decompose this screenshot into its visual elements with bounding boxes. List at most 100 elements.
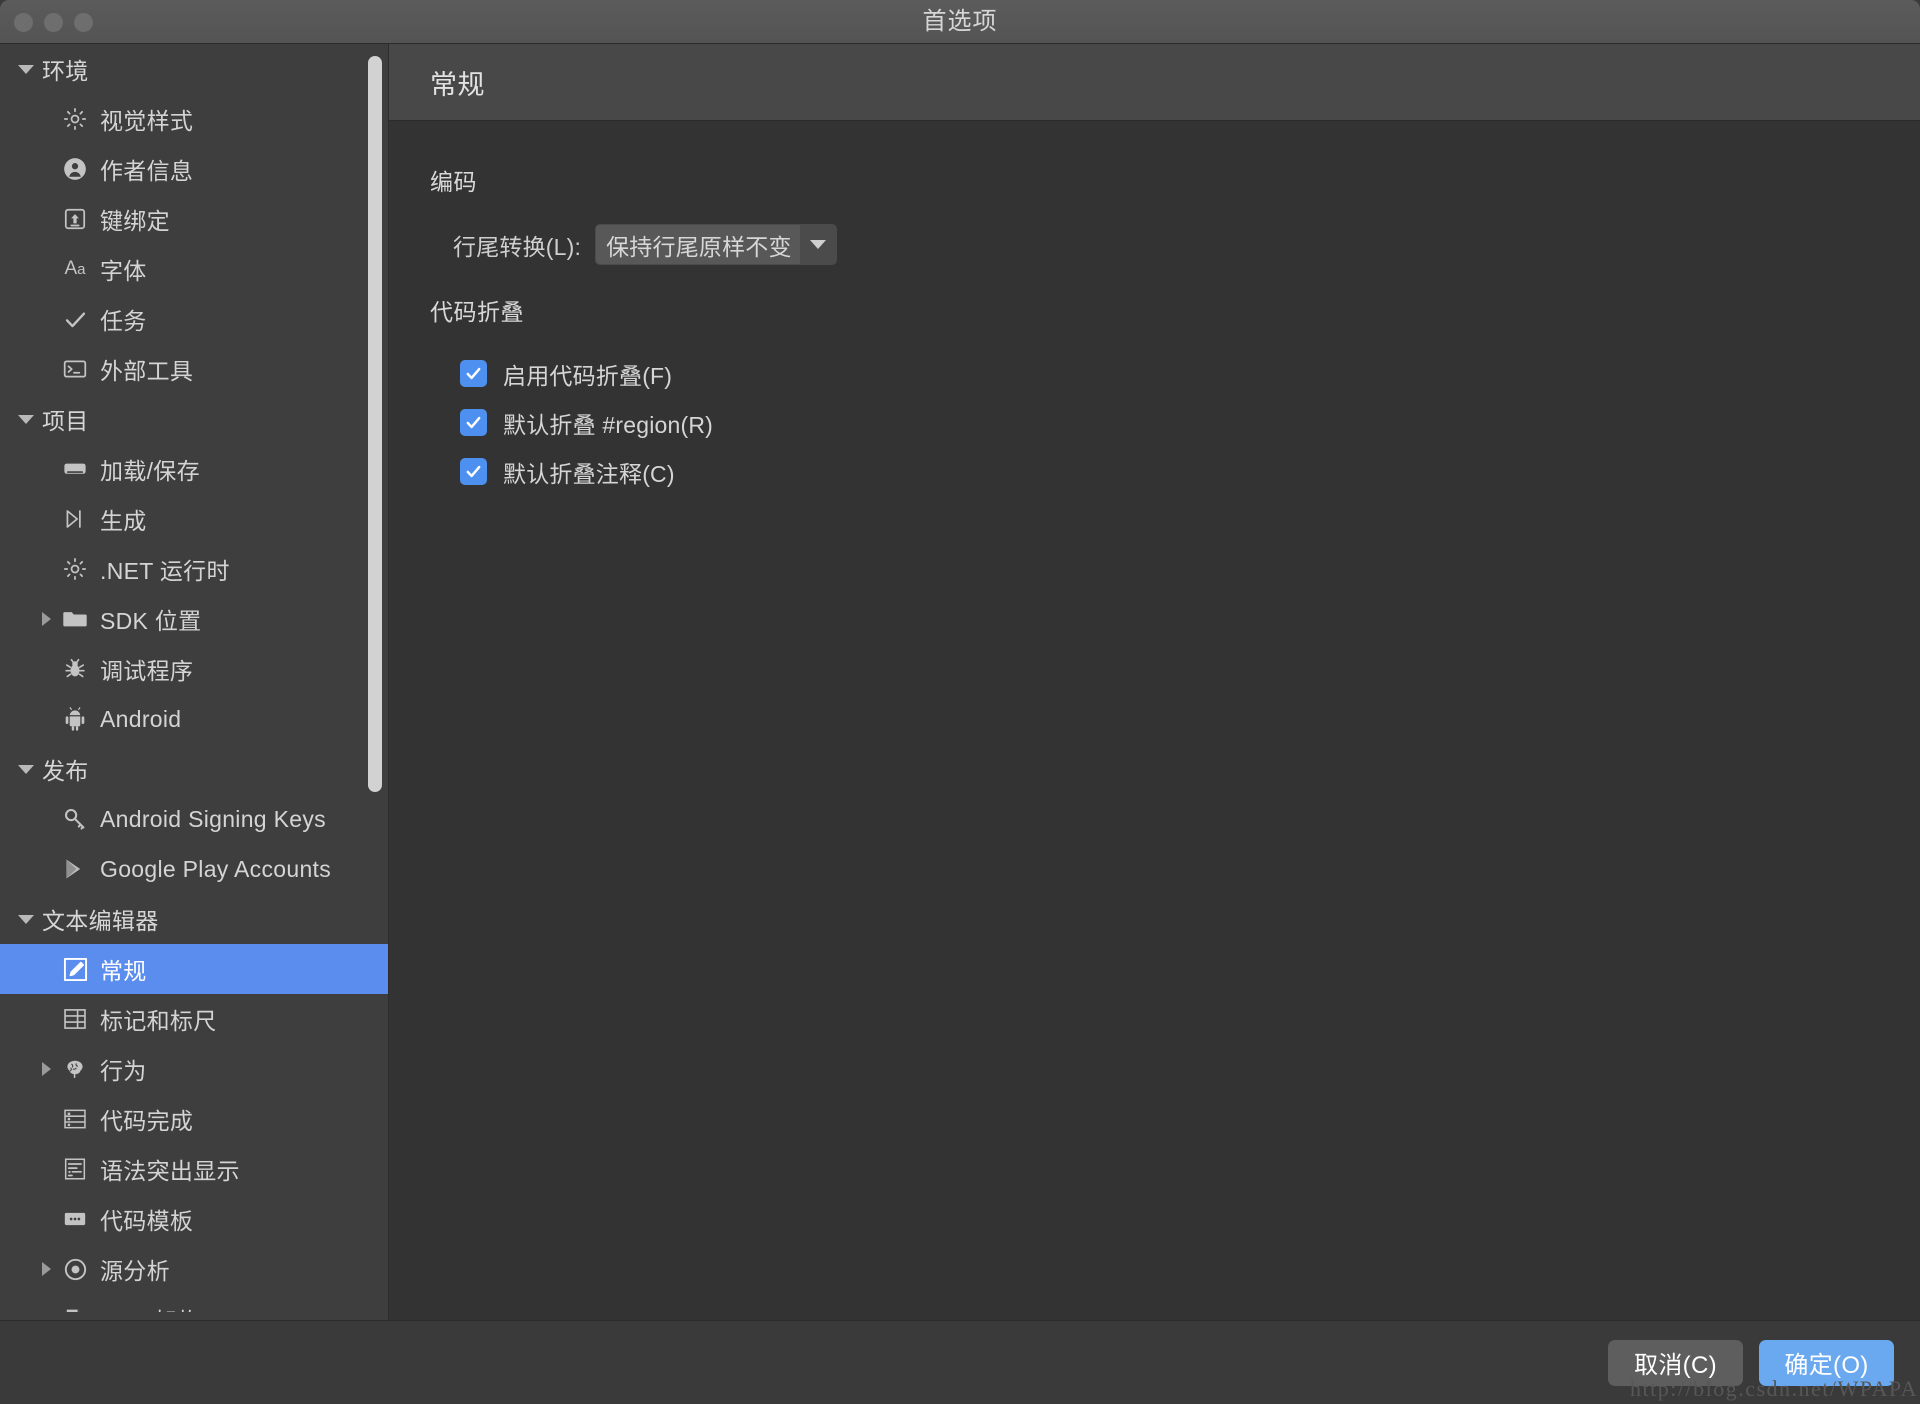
syntax-highlight-icon xyxy=(58,1152,92,1186)
cancel-button[interactable]: 取消(C) xyxy=(1608,1339,1743,1386)
checkbox-row-2[interactable]: 默认折叠注释(C) xyxy=(430,447,1920,496)
chevron-down-icon[interactable] xyxy=(14,914,38,924)
sidebar-item-14[interactable]: 发布 xyxy=(0,744,388,794)
sidebar-item-20[interactable]: 行为 xyxy=(0,1044,388,1094)
chevron-down-icon xyxy=(799,225,836,264)
sidebar-item-23[interactable]: 代码模板 xyxy=(0,1194,388,1244)
checkbox-2[interactable] xyxy=(460,458,487,485)
line-ending-conversion-value: 保持行尾原样不变 xyxy=(596,225,800,264)
sidebar-item-0[interactable]: 环境 xyxy=(0,44,388,94)
sidebar-item-label: 字体 xyxy=(100,258,147,284)
section-title-encoding: 编码 xyxy=(430,169,477,195)
sidebar-item-15[interactable]: Android Signing Keys xyxy=(0,794,388,844)
google-play-icon xyxy=(58,852,92,886)
sidebar-item-7[interactable]: 项目 xyxy=(0,394,388,444)
chevron-down-icon[interactable] xyxy=(14,414,38,424)
line-ending-conversion-label: 行尾转换(L): xyxy=(453,233,582,260)
sidebar-item-label: 调试程序 xyxy=(100,658,194,684)
sidebar-item-8[interactable]: 加载/保存 xyxy=(0,444,388,494)
sidebar-item-24[interactable]: 源分析 xyxy=(0,1244,388,1294)
settings-sidebar[interactable]: 环境 视觉样式作者信息 键绑定 Aa 字体任务外部工具 项目 加载/保存生成 .NET 运行时… xyxy=(0,44,389,1320)
maximize-button[interactable] xyxy=(74,12,93,32)
page-title: 常规 xyxy=(430,69,485,100)
sidebar-item-label: Android xyxy=(100,705,182,732)
sidebar-item-16[interactable]: Google Play Accounts xyxy=(0,844,388,894)
sidebar-item-label: 项目 xyxy=(42,408,89,434)
sidebar-item-3[interactable]: 键绑定 xyxy=(0,194,388,244)
sidebar-item-11[interactable]: SDK 位置 xyxy=(0,594,388,644)
minimize-button[interactable] xyxy=(44,12,63,32)
sidebar-item-18[interactable]: 常规 xyxy=(0,944,388,994)
disk-icon xyxy=(58,452,92,486)
source-analysis-icon xyxy=(58,1252,92,1286)
sidebar-item-12[interactable]: 调试程序 xyxy=(0,644,388,694)
checkbox-row-1[interactable]: 默认折叠 #region(R) xyxy=(430,398,1920,447)
window-body: 环境 视觉样式作者信息 键绑定 Aa 字体任务外部工具 项目 加载/保存生成 .NET 运行时… xyxy=(0,44,1920,1320)
sidebar-item-label: 外部工具 xyxy=(100,358,194,384)
terminal-icon xyxy=(58,352,92,386)
sidebar-item-label: 生成 xyxy=(100,508,147,534)
chevron-right-icon[interactable] xyxy=(34,1262,58,1276)
sidebar-item-17[interactable]: 文本编辑器 xyxy=(0,894,388,944)
sidebar-item-6[interactable]: 外部工具 xyxy=(0,344,388,394)
sidebar-item-22[interactable]: 语法突出显示 xyxy=(0,1144,388,1194)
sidebar-item-label: 源分析 xyxy=(100,1258,170,1284)
sidebar-item-label: 代码完成 xyxy=(100,1108,194,1134)
pencil-edit-icon xyxy=(58,952,92,986)
sidebar-scrollbar-thumb[interactable] xyxy=(368,56,382,792)
checkbox-label: 启用代码折叠(F) xyxy=(503,362,673,389)
sidebar-item-9[interactable]: 生成 xyxy=(0,494,388,544)
sidebar-item-label: 环境 xyxy=(42,58,89,84)
brain-icon xyxy=(58,1052,92,1086)
sidebar-item-10[interactable]: .NET 运行时 xyxy=(0,544,388,594)
sidebar-scrollbar-track[interactable] xyxy=(368,54,382,1310)
sidebar-item-label: 文本编辑器 xyxy=(42,908,159,934)
chevron-right-icon[interactable] xyxy=(34,1062,58,1076)
sidebar-item-label: 视觉样式 xyxy=(100,108,194,134)
settings-tree: 环境 视觉样式作者信息 键绑定 Aa 字体任务外部工具 项目 加载/保存生成 .NET 运行时… xyxy=(0,44,388,1320)
window-title: 首选项 xyxy=(922,7,998,35)
sidebar-item-4[interactable]: Aa 字体 xyxy=(0,244,388,294)
chevron-right-icon[interactable] xyxy=(34,612,58,626)
settings-content-pane: 常规 编码 行尾转换(L): 保持行尾原样不变 代码折叠 启用代码折叠(F) 默认… xyxy=(389,44,1920,1320)
checkbox-row-0[interactable]: 启用代码折叠(F) xyxy=(430,349,1920,398)
window-titlebar: 首选项 xyxy=(0,0,1920,44)
sidebar-item-label: Android Signing Keys xyxy=(100,805,326,832)
sidebar-item-label: 语法突出显示 xyxy=(100,1158,240,1184)
gear-icon xyxy=(58,552,92,586)
preferences-window: 首选项 环境 视觉样式作者信息 键绑定 Aa 字体任务外部工具 项目 加载/保存生成 .NET… xyxy=(0,0,1920,1404)
sidebar-item-label: 加载/保存 xyxy=(100,458,200,484)
sidebar-item-5[interactable]: 任务 xyxy=(0,294,388,344)
line-ending-conversion-select[interactable]: 保持行尾原样不变 xyxy=(595,224,837,265)
content-header: 常规 xyxy=(389,44,1920,121)
sidebar-item-19[interactable]: 标记和标尺 xyxy=(0,994,388,1044)
chevron-down-icon[interactable] xyxy=(14,764,38,774)
traffic-lights xyxy=(14,0,93,44)
sidebar-item-1[interactable]: 视觉样式 xyxy=(0,94,388,144)
folder-icon xyxy=(58,602,92,636)
margins-rulers-icon xyxy=(58,1002,92,1036)
close-button[interactable] xyxy=(14,12,33,32)
checkbox-0[interactable] xyxy=(460,360,487,387)
sidebar-item-13[interactable]: Android xyxy=(0,694,388,744)
sidebar-item-2[interactable]: 作者信息 xyxy=(0,144,388,194)
chevron-down-icon[interactable] xyxy=(14,64,38,74)
dialog-footer: 取消(C) 确定(O) http://blog.csdn.net/WPAPA xyxy=(0,1320,1920,1404)
sidebar-item-label: 行为 xyxy=(100,1058,147,1084)
code-completion-icon xyxy=(58,1102,92,1136)
code-folding-options: 启用代码折叠(F) 默认折叠 #region(R) 默认折叠注释(C) xyxy=(430,349,1920,496)
ok-button[interactable]: 确定(O) xyxy=(1759,1339,1894,1386)
font-aa-icon: Aa xyxy=(64,258,86,279)
android-icon xyxy=(58,702,92,736)
sidebar-item-label: .NET 运行时 xyxy=(100,558,230,584)
build-play-icon xyxy=(58,502,92,536)
key-icon xyxy=(58,802,92,836)
checkbox-label: 默认折叠注释(C) xyxy=(503,460,675,487)
sidebar-item-21[interactable]: 代码完成 xyxy=(0,1094,388,1144)
sidebar-item-label: 标记和标尺 xyxy=(100,1008,217,1034)
person-icon xyxy=(58,152,92,186)
sidebar-item-label: 发布 xyxy=(42,758,89,784)
checkbox-1[interactable] xyxy=(460,409,487,436)
code-template-icon xyxy=(58,1202,92,1236)
keybinding-icon xyxy=(58,202,92,236)
